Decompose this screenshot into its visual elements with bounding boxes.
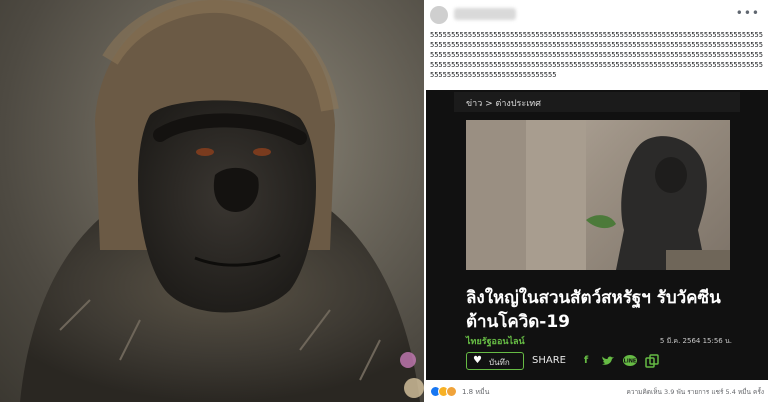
post-footer: 1.8 หมื่น ความคิดเห็น 3.9 พัน รายการ แชร… (424, 382, 768, 402)
avatar[interactable] (430, 6, 448, 24)
comments-shares-count[interactable]: ความคิดเห็น 3.9 พัน รายการ แชร์ 5.4 หมื่… (627, 387, 764, 397)
sad-reaction-icon (446, 386, 457, 397)
svg-text:LINE: LINE (624, 359, 637, 365)
copy-link-icon[interactable] (644, 353, 660, 369)
heart-icon: ♥ (473, 355, 482, 366)
article-headline[interactable]: ลิงใหญ่ในสวนสัตว์สหรัฐฯ รับวัคซีนต้านโคว… (466, 286, 746, 334)
article-source[interactable]: ไทยรัฐออนไลน์ (466, 334, 525, 348)
reaction-icons[interactable] (430, 386, 460, 398)
article-thumbnail (466, 120, 730, 270)
article-actions: ♥ บันทึก SHARE f LINE (466, 352, 736, 372)
save-label: บันทึก (489, 358, 510, 367)
breadcrumb-bar: ข่าว > ต่างประเทศ (454, 92, 740, 112)
line-icon[interactable]: LINE (622, 353, 638, 369)
screenshot-root: ••• 555555555555555555555555555555555555… (0, 0, 768, 402)
post-text: 5555555555555555555555555555555555555555… (430, 31, 763, 79)
reaction-count[interactable]: 1.8 หมื่น (462, 387, 489, 398)
article-date: 5 มี.ค. 2564 15:56 น. (659, 337, 732, 345)
facebook-icon[interactable]: f (578, 353, 594, 369)
shared-article-image[interactable]: ข่าว > ต่างประเทศ ลิงใหญ่ในสวนสัตว์สหรัฐ… (426, 90, 768, 380)
share-label: SHARE (532, 355, 566, 366)
more-options-icon[interactable]: ••• (736, 6, 760, 20)
twitter-icon[interactable] (600, 353, 616, 369)
post-header: ••• (424, 0, 768, 28)
gorilla-photo (0, 0, 424, 402)
blurred-author-name[interactable] (454, 8, 516, 20)
save-button[interactable]: ♥ บันทึก (466, 352, 524, 370)
breadcrumb: ข่าว > ต่างประเทศ (466, 99, 541, 109)
